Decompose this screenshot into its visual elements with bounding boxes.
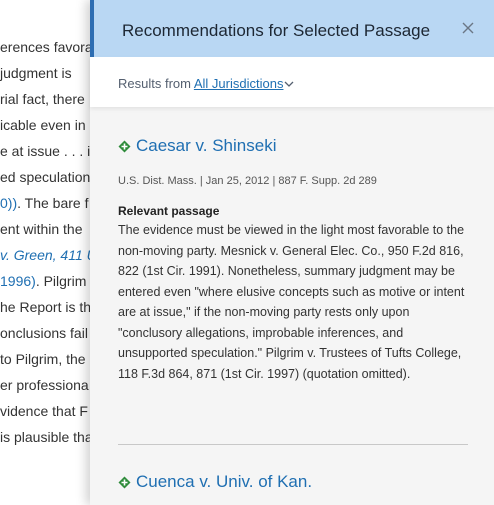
document-line: v. Green, 411 U xyxy=(0,247,97,263)
close-button[interactable] xyxy=(458,18,478,38)
document-line: to Pilgrim, the xyxy=(0,351,86,367)
chevron-down-icon[interactable] xyxy=(284,81,294,88)
case-result: Cuenca v. Univ. of Kan. xyxy=(118,472,468,492)
document-line: he Report is th xyxy=(0,299,92,315)
case-meta: U.S. Dist. Mass. | Jan 25, 2012 | 887 F.… xyxy=(118,175,377,187)
case-title-link[interactable]: Cuenca v. Univ. of Kan. xyxy=(136,472,312,492)
results-from-text: Results from All Jurisdictions xyxy=(118,76,294,91)
document-line: vidence that F xyxy=(0,403,88,419)
citation-link[interactable]: 0)) xyxy=(0,195,17,211)
document-line: judgment is xyxy=(0,65,72,81)
document-line: rial fact, there xyxy=(0,91,85,107)
document-line: icable even in xyxy=(0,117,86,133)
case-diamond-icon xyxy=(118,140,131,152)
panel-header: Recommendations for Selected Passage xyxy=(90,0,494,57)
relevant-passage-label: Relevant passage xyxy=(118,204,220,218)
document-line: ent within the xyxy=(0,221,83,237)
panel-title: Recommendations for Selected Passage xyxy=(122,21,431,40)
relevant-passage-text: The evidence must be viewed in the light… xyxy=(118,223,465,381)
close-icon xyxy=(462,22,474,34)
document-line: 1996). Pilgrim xyxy=(0,273,87,289)
panel-accent-bar xyxy=(90,0,94,57)
case-result: Caesar v. Shinseki U.S. Dist. Mass. | Ja… xyxy=(118,136,468,384)
citation-link[interactable]: v. Green, 411 U xyxy=(0,247,97,263)
document-line: 0)). The bare f xyxy=(0,195,89,211)
case-divider xyxy=(118,444,468,445)
jurisdiction-dropdown[interactable]: All Jurisdictions xyxy=(194,76,284,91)
case-diamond-icon xyxy=(118,476,131,488)
document-line: erences favora xyxy=(0,39,93,55)
document-line: is plausible tha xyxy=(0,429,93,445)
document-line: ed speculation xyxy=(0,169,91,185)
document-line: er professiona xyxy=(0,377,89,393)
jurisdiction-filter-bar: Results from All Jurisdictions xyxy=(90,57,494,107)
document-line: onclusions fail xyxy=(0,325,88,341)
recommendations-panel: Recommendations for Selected Passage Res… xyxy=(90,0,494,505)
case-title-link[interactable]: Caesar v. Shinseki xyxy=(136,136,276,156)
document-line: e at issue . . . if xyxy=(0,143,95,159)
citation-link[interactable]: 1996) xyxy=(0,273,36,289)
